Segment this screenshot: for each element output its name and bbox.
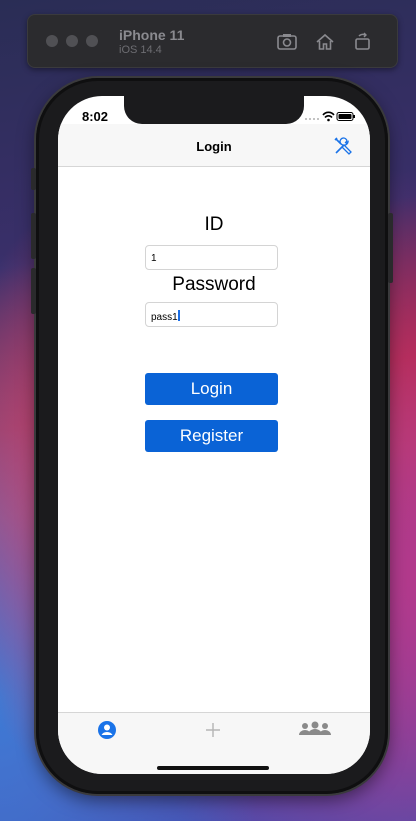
page-title: Login	[196, 139, 232, 154]
rotate-icon[interactable]	[352, 31, 374, 53]
minimize-window-button[interactable]	[66, 35, 78, 47]
password-field-value: pass1	[151, 312, 178, 323]
device-os-version: iOS 14.4	[119, 44, 162, 56]
battery-icon	[336, 112, 355, 121]
password-field[interactable]: pass1	[145, 302, 278, 327]
close-window-button[interactable]	[46, 35, 58, 47]
text-cursor	[177, 310, 180, 321]
wifi-icon	[322, 111, 335, 122]
id-field-value: 1	[151, 253, 157, 264]
password-label: Password	[172, 274, 256, 295]
mute-switch	[31, 168, 36, 190]
person-icon	[98, 721, 116, 739]
status-icons	[304, 109, 356, 122]
screenshot-icon[interactable]	[276, 31, 298, 53]
power-button	[388, 213, 393, 283]
tab-add[interactable]	[202, 719, 224, 741]
tab-group[interactable]	[298, 719, 332, 741]
plus-icon	[206, 723, 220, 737]
tab-profile[interactable]	[96, 719, 118, 741]
home-indicator[interactable]	[157, 766, 269, 770]
navigation-bar: Login	[58, 124, 370, 167]
status-time: 8:02	[82, 109, 109, 124]
id-field[interactable]: 1	[145, 245, 278, 270]
volume-down-button	[31, 268, 36, 314]
device-name: iPhone 11	[119, 27, 185, 43]
home-icon[interactable]	[314, 31, 336, 53]
id-label: ID	[204, 214, 224, 235]
zoom-window-button[interactable]	[86, 35, 98, 47]
register-button[interactable]: Register	[145, 420, 278, 452]
simulator-toolbar: iPhone 11 iOS 14.4	[27, 14, 398, 68]
group-icon	[299, 721, 331, 735]
login-button[interactable]: Login	[145, 373, 278, 405]
phone-screen: 8:02 Login ID 1 Password pass1 Login Reg…	[58, 96, 370, 774]
tab-bar	[58, 712, 370, 774]
signal-icon	[305, 118, 319, 120]
tools-icon[interactable]	[332, 135, 354, 157]
notch	[124, 96, 304, 124]
volume-up-button	[31, 213, 36, 259]
